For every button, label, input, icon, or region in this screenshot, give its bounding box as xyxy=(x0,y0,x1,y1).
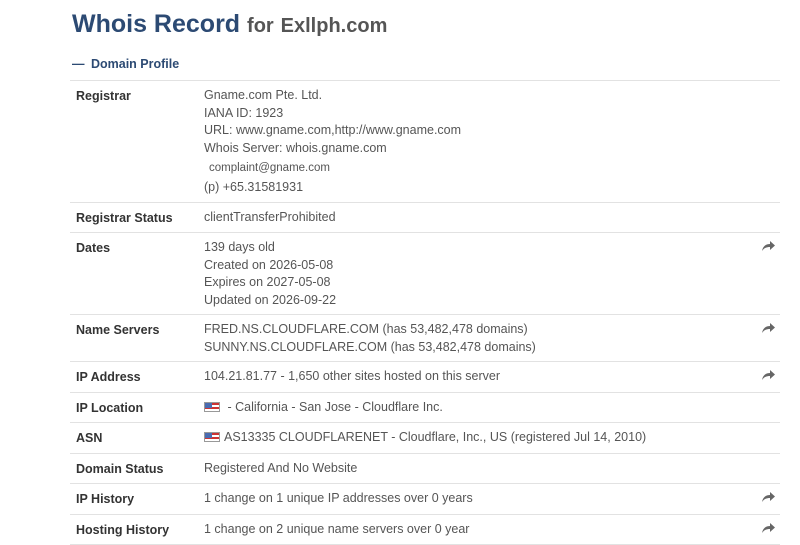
share-arrow-icon[interactable] xyxy=(760,320,776,336)
registrar-iana-id: IANA ID: 1923 xyxy=(204,105,780,123)
ip-location-text: - California - San Jose - Cloudflare Inc… xyxy=(224,400,443,414)
row-value-registrar: Gname.com Pte. Ltd. IANA ID: 1923 URL: w… xyxy=(204,87,780,197)
us-flag-icon xyxy=(204,402,220,412)
row-value-asn: AS13335 CLOUDFLARENET - Cloudflare, Inc.… xyxy=(204,429,780,448)
page-title: Whois Record for Exllph.com xyxy=(72,10,387,39)
row-label-registrar-status: Registrar Status xyxy=(70,209,204,228)
row-dates: Dates 139 days old Created on 2026-05-08… xyxy=(70,233,780,315)
page-title-domain: Exllph.com xyxy=(281,15,388,37)
row-label-ip-address: IP Address xyxy=(70,368,204,387)
page-title-domain-prefix: for xyxy=(247,15,274,37)
registrar-name: Gname.com Pte. Ltd. xyxy=(204,87,780,105)
row-label-domain-status: Domain Status xyxy=(70,460,204,479)
row-label-registrar: Registrar xyxy=(70,87,204,197)
row-value-domain-status: Registered And No Website xyxy=(204,460,780,479)
row-label-hosting-history: Hosting History xyxy=(70,521,204,540)
expires-date: Expires on 2027-05-08 xyxy=(204,274,780,292)
row-domain-status: Domain Status Registered And No Website xyxy=(70,454,780,485)
created-date: Created on 2026-05-08 xyxy=(204,257,780,275)
row-registrar: Registrar Gname.com Pte. Ltd. IANA ID: 1… xyxy=(70,81,780,203)
row-label-asn: ASN xyxy=(70,429,204,448)
row-value-ip-location: - California - San Jose - Cloudflare Inc… xyxy=(204,399,780,418)
updated-date: Updated on 2026-09-22 xyxy=(204,292,780,310)
row-value-registrar-status: clientTransferProhibited xyxy=(204,209,780,228)
share-arrow-icon[interactable] xyxy=(760,238,776,254)
domain-profile-label: Domain Profile xyxy=(91,57,179,71)
page-title-main: Whois Record xyxy=(72,10,240,38)
row-ip-location: IP Location - California - San Jose - Cl… xyxy=(70,393,780,424)
registrar-email: complaint@gname.com xyxy=(204,157,780,179)
asn-text: AS13335 CLOUDFLARENET - Cloudflare, Inc.… xyxy=(224,430,646,444)
domain-profile-table: Registrar Gname.com Pte. Ltd. IANA ID: 1… xyxy=(70,80,780,545)
row-label-name-servers: Name Servers xyxy=(70,321,204,356)
row-value-ip-address: 104.21.81.77 - 1,650 other sites hosted … xyxy=(204,368,780,387)
share-arrow-icon[interactable] xyxy=(760,489,776,505)
row-label-ip-history: IP History xyxy=(70,490,204,509)
registrar-whois-server: Whois Server: whois.gname.com xyxy=(204,140,780,158)
row-label-ip-location: IP Location xyxy=(70,399,204,418)
domain-profile-toggle[interactable]: — Domain Profile xyxy=(72,57,179,71)
row-value-hosting-history: 1 change on 2 unique name servers over 0… xyxy=(204,521,780,540)
registrar-url: URL: www.gname.com,http://www.gname.com xyxy=(204,122,780,140)
collapse-minus-icon: — xyxy=(72,57,85,71)
registrar-phone: (p) +65.31581931 xyxy=(204,179,780,197)
domain-age: 139 days old xyxy=(204,239,780,257)
row-registrar-status: Registrar Status clientTransferProhibite… xyxy=(70,203,780,234)
name-server-2: SUNNY.NS.CLOUDFLARE.COM (has 53,482,478 … xyxy=(204,339,780,357)
share-arrow-icon[interactable] xyxy=(760,367,776,383)
share-arrow-icon[interactable] xyxy=(760,520,776,536)
whois-page: Whois Record for Exllph.com — Domain Pro… xyxy=(0,0,800,519)
row-name-servers: Name Servers FRED.NS.CLOUDFLARE.COM (has… xyxy=(70,315,780,362)
row-asn: ASN AS13335 CLOUDFLARENET - Cloudflare, … xyxy=(70,423,780,454)
row-label-dates: Dates xyxy=(70,239,204,309)
row-hosting-history: Hosting History 1 change on 2 unique nam… xyxy=(70,515,780,545)
name-server-1: FRED.NS.CLOUDFLARE.COM (has 53,482,478 d… xyxy=(204,321,780,339)
row-value-name-servers: FRED.NS.CLOUDFLARE.COM (has 53,482,478 d… xyxy=(204,321,780,356)
row-value-ip-history: 1 change on 1 unique IP addresses over 0… xyxy=(204,490,780,509)
row-ip-address: IP Address 104.21.81.77 - 1,650 other si… xyxy=(70,362,780,393)
row-ip-history: IP History 1 change on 1 unique IP addre… xyxy=(70,484,780,515)
row-value-dates: 139 days old Created on 2026-05-08 Expir… xyxy=(204,239,780,309)
us-flag-icon xyxy=(204,432,220,442)
